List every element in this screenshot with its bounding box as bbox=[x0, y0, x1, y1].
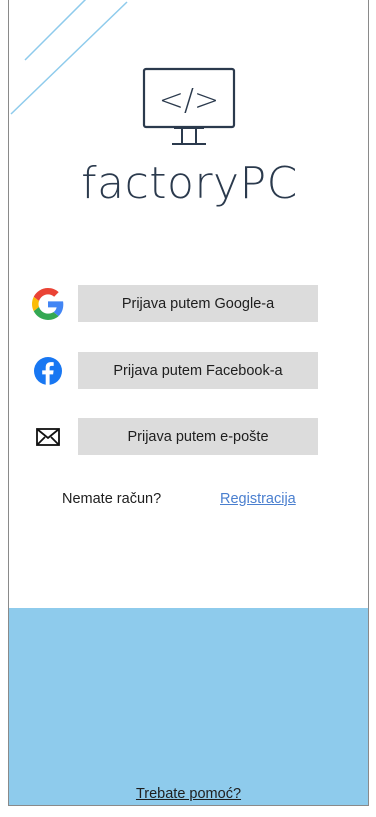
help-link[interactable]: Trebate pomoć? bbox=[9, 786, 368, 802]
google-login-button[interactable]: Prijava putem Google-a bbox=[78, 285, 318, 322]
email-login-row: Prijava putem e-pošte bbox=[9, 418, 368, 456]
app-logo: </> bbox=[9, 66, 368, 163]
footer-panel: Trebate pomoć? bbox=[9, 608, 368, 805]
facebook-login-button[interactable]: Prijava putem Facebook-a bbox=[78, 352, 318, 389]
google-login-row: Prijava putem Google-a bbox=[9, 285, 368, 323]
logo-code-glyph: </> bbox=[158, 83, 218, 118]
monitor-code-icon: </> bbox=[142, 67, 235, 145]
envelope-icon bbox=[30, 420, 66, 454]
register-link[interactable]: Registracija bbox=[220, 491, 296, 507]
phone-screen: </> factoryPC Prijava putem Google-a Pri… bbox=[8, 0, 369, 806]
facebook-login-row: Prijava putem Facebook-a bbox=[9, 352, 368, 390]
diagonal-line bbox=[24, 0, 87, 61]
no-account-question: Nemate račun? bbox=[62, 491, 162, 507]
google-icon bbox=[30, 287, 66, 321]
brand-name: factoryPC bbox=[81, 158, 298, 209]
facebook-icon bbox=[30, 354, 66, 388]
email-login-button[interactable]: Prijava putem e-pošte bbox=[78, 418, 318, 455]
